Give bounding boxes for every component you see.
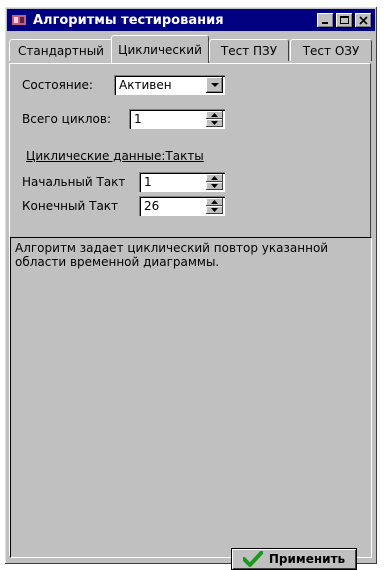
- spin-up-button[interactable]: [206, 198, 223, 206]
- app-icon: [12, 15, 26, 25]
- tab-strip: Стандартный Циклический Тест ПЗУ Тест ОЗ…: [9, 35, 373, 63]
- cycles-label: Всего циклов:: [22, 112, 112, 126]
- cycles-spinner[interactable]: [206, 111, 223, 127]
- minimize-button[interactable]: [317, 12, 334, 28]
- tab-cyclic[interactable]: Циклический: [111, 35, 209, 63]
- arrow-up-icon: [211, 200, 218, 204]
- apply-label: Применить: [268, 552, 346, 566]
- close-icon: [359, 15, 368, 25]
- apply-button[interactable]: Применить: [231, 548, 357, 570]
- state-label: Состояние:: [22, 78, 93, 92]
- state-value: Активен: [119, 78, 172, 92]
- state-dropdown[interactable]: Активен: [114, 75, 225, 95]
- section-title: Циклические данные:Такты: [26, 149, 204, 163]
- tab-panel: Состояние: Активен Всего циклов: 1 Цикли…: [9, 63, 372, 558]
- description-box: Алгоритм задает циклический повтор указа…: [10, 237, 372, 558]
- title-bar: Алгоритмы тестирования: [7, 9, 375, 31]
- window-title: Алгоритмы тестирования: [33, 12, 224, 28]
- arrow-down-icon: [211, 208, 218, 212]
- spin-up-button[interactable]: [206, 111, 223, 119]
- arrow-up-icon: [211, 176, 218, 180]
- start-value: 1: [144, 175, 152, 189]
- arrow-down-icon: [211, 184, 218, 188]
- start-label: Начальный Такт: [22, 175, 126, 189]
- dropdown-button[interactable]: [206, 77, 223, 93]
- tab-standard[interactable]: Стандартный: [9, 39, 113, 61]
- tab-rom-test[interactable]: Тест ПЗУ: [209, 39, 289, 61]
- spin-down-button[interactable]: [206, 182, 223, 190]
- spin-down-button[interactable]: [206, 206, 223, 214]
- cycles-value: 1: [134, 112, 142, 126]
- spin-down-button[interactable]: [206, 119, 223, 127]
- spin-up-button[interactable]: [206, 174, 223, 182]
- minimize-icon: [322, 21, 328, 24]
- dialog-window: Алгоритмы тестирования Стандартный Цикли…: [4, 6, 378, 570]
- end-label: Конечный Такт: [22, 199, 119, 213]
- tab-ram-test[interactable]: Тест ОЗУ: [290, 39, 372, 61]
- checkmark-icon: [242, 551, 263, 567]
- chevron-down-icon: [210, 82, 219, 87]
- start-spinner[interactable]: [206, 174, 223, 190]
- end-spinbox[interactable]: 26: [139, 196, 225, 216]
- end-spinner[interactable]: [206, 198, 223, 214]
- cycles-spinbox[interactable]: 1: [129, 109, 225, 129]
- maximize-button[interactable]: [336, 12, 353, 28]
- arrow-down-icon: [211, 121, 218, 125]
- end-value: 26: [144, 199, 160, 213]
- start-spinbox[interactable]: 1: [139, 172, 225, 192]
- maximize-icon: [340, 15, 349, 24]
- close-button[interactable]: [355, 12, 372, 28]
- arrow-up-icon: [211, 113, 218, 117]
